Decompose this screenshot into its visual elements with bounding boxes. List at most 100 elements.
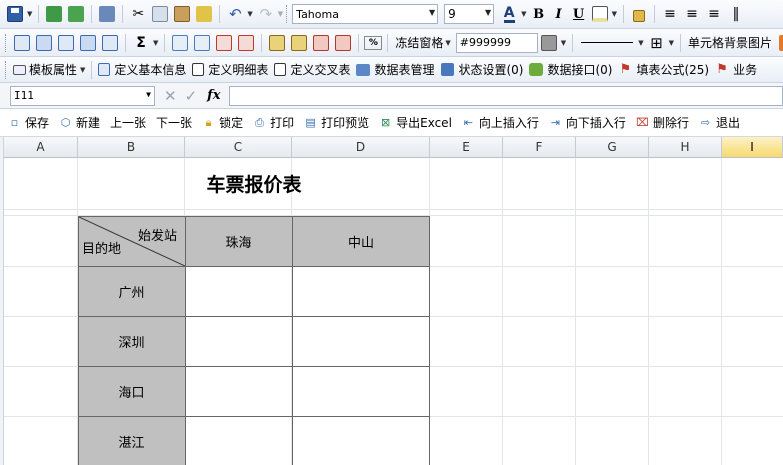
cell-reference-box[interactable]: I11 ▼: [10, 85, 155, 106]
cancel-icon[interactable]: ✕: [164, 87, 177, 105]
table-icon-3[interactable]: [56, 33, 76, 53]
new-button[interactable]: ⬡ 新建: [59, 114, 100, 131]
business-button[interactable]: 业务: [733, 61, 757, 78]
data-cell[interactable]: [292, 316, 430, 367]
undo-icon[interactable]: ↶: [225, 4, 245, 24]
bg-image-icon[interactable]: [777, 33, 783, 53]
data-cell[interactable]: [185, 366, 293, 417]
lock-button[interactable]: 🔒︎ 锁定: [202, 114, 243, 131]
table-icon-4[interactable]: [78, 33, 98, 53]
data-cell[interactable]: [185, 266, 293, 317]
define-detail-table-button[interactable]: 定义明细表: [208, 61, 268, 78]
save-icon[interactable]: [5, 4, 25, 24]
data-cell[interactable]: [185, 316, 293, 367]
sheet-title[interactable]: 车票报价表: [78, 158, 430, 209]
column-header-a[interactable]: A: [4, 137, 78, 158]
lock-icon[interactable]: [629, 4, 649, 24]
template-props-dropdown-icon[interactable]: ▼: [80, 66, 85, 74]
font-name-select[interactable]: Tahoma ▼: [292, 4, 439, 24]
data-cell[interactable]: [292, 416, 430, 465]
line-style-dropdown-icon[interactable]: ▼: [638, 39, 643, 47]
font-color-icon[interactable]: A: [499, 4, 519, 24]
export-green-icon[interactable]: [44, 4, 64, 24]
paste-icon[interactable]: [172, 4, 192, 24]
table-icon-5[interactable]: [100, 33, 120, 53]
exit-button[interactable]: ⇨ 退出: [699, 114, 740, 131]
color-swatch-icon[interactable]: [539, 33, 559, 53]
redo-icon[interactable]: ↷: [256, 4, 276, 24]
fill-formula-button[interactable]: 填表公式(25): [636, 61, 709, 78]
fill-color-dropdown-icon[interactable]: ▼: [612, 10, 617, 18]
previous-button[interactable]: 上一张: [110, 114, 146, 131]
line-style-icon[interactable]: [581, 42, 634, 43]
copy-icon[interactable]: [150, 4, 170, 24]
column-header-h[interactable]: H: [649, 137, 722, 158]
formula-input[interactable]: [228, 85, 783, 106]
confirm-icon[interactable]: ✓: [185, 87, 198, 105]
freeze-panes-button[interactable]: 冻结窗格: [395, 34, 443, 51]
percent-format-icon[interactable]: %: [364, 35, 383, 50]
split-icon[interactable]: [289, 33, 309, 53]
exit-door-icon[interactable]: [97, 4, 117, 24]
column-header-d[interactable]: D: [292, 137, 430, 158]
column-header-g[interactable]: G: [576, 137, 649, 158]
define-cross-table-button[interactable]: 定义交叉表: [290, 61, 350, 78]
insert-row-above-button[interactable]: ⇤ 向上插入行: [462, 114, 539, 131]
column-header-f[interactable]: F: [503, 137, 576, 158]
bold-button[interactable]: B: [529, 7, 549, 22]
data-cell[interactable]: [292, 266, 430, 317]
column-header-b[interactable]: B: [78, 137, 185, 158]
table-icon-1[interactable]: [12, 33, 32, 53]
merge-row-icon[interactable]: [311, 33, 331, 53]
underline-button[interactable]: U: [569, 7, 589, 22]
template-props-button[interactable]: 模板属性: [29, 61, 77, 78]
cut-icon[interactable]: ✂: [128, 4, 148, 24]
undo-dropdown-icon[interactable]: ▼: [247, 10, 252, 18]
cell-bg-image-button[interactable]: 单元格背景图片: [688, 34, 772, 51]
insert-row-icon[interactable]: [192, 33, 212, 53]
column-header-i[interactable]: I: [722, 137, 783, 158]
delete-row-button[interactable]: ⌧ 删除行: [636, 114, 689, 131]
freeze-dropdown-icon[interactable]: ▼: [445, 39, 450, 47]
insert-row-below-button[interactable]: ⇥ 向下插入行: [549, 114, 626, 131]
insert-col-icon[interactable]: [170, 33, 190, 53]
align-center-icon[interactable]: ≡: [682, 4, 702, 24]
border-dropdown-icon[interactable]: ▼: [669, 39, 674, 47]
redo-dropdown-icon[interactable]: ▼: [278, 10, 283, 18]
corner-cell[interactable]: 始发站 目的地: [78, 216, 186, 267]
column-header-e[interactable]: E: [430, 137, 503, 158]
import-green-icon[interactable]: [66, 4, 86, 24]
delete-row-icon[interactable]: [236, 33, 256, 53]
spreadsheet-grid[interactable]: A B C D E F G H I 车票报价表 始发站 目的地 珠海 中山 广州…: [4, 137, 783, 465]
format-painter-icon[interactable]: [194, 4, 214, 24]
print-button[interactable]: ⎙ 打印: [253, 114, 294, 131]
chevron-down-icon[interactable]: ▼: [27, 10, 32, 18]
merge-col-icon[interactable]: [333, 33, 353, 53]
font-color-dropdown-icon[interactable]: ▼: [521, 10, 526, 18]
print-preview-button[interactable]: ▤ 打印预览: [304, 114, 369, 131]
function-icon[interactable]: fx: [207, 88, 220, 103]
data-cell[interactable]: [292, 366, 430, 417]
define-basic-info-button[interactable]: 定义基本信息: [114, 61, 186, 78]
data-table-mgmt-button[interactable]: 数据表管理: [374, 61, 434, 78]
next-button[interactable]: 下一张: [156, 114, 192, 131]
color-value-input[interactable]: #999999: [455, 32, 538, 53]
column-header-c[interactable]: C: [185, 137, 292, 158]
align-left-icon[interactable]: ≡: [660, 4, 680, 24]
color-dropdown-icon[interactable]: ▼: [561, 39, 566, 47]
fill-color-icon[interactable]: [590, 4, 610, 24]
table-icon-2[interactable]: [34, 33, 54, 53]
merge-icon[interactable]: [267, 33, 287, 53]
font-size-select[interactable]: 9 ▼: [444, 4, 495, 24]
sum-icon[interactable]: Σ: [131, 33, 151, 53]
export-excel-button[interactable]: ⊠ 导出Excel: [379, 114, 452, 131]
sum-dropdown-icon[interactable]: ▼: [153, 39, 158, 47]
data-interface-button[interactable]: 数据接口(0): [547, 61, 612, 78]
align-right-icon[interactable]: ≡: [704, 4, 724, 24]
border-grid-icon[interactable]: ⊞: [647, 33, 667, 53]
justify-icon[interactable]: ‖: [726, 4, 746, 24]
status-settings-button[interactable]: 状态设置(0): [458, 61, 523, 78]
delete-col-icon[interactable]: [214, 33, 234, 53]
data-cell[interactable]: [185, 416, 293, 465]
italic-button[interactable]: I: [549, 7, 569, 22]
